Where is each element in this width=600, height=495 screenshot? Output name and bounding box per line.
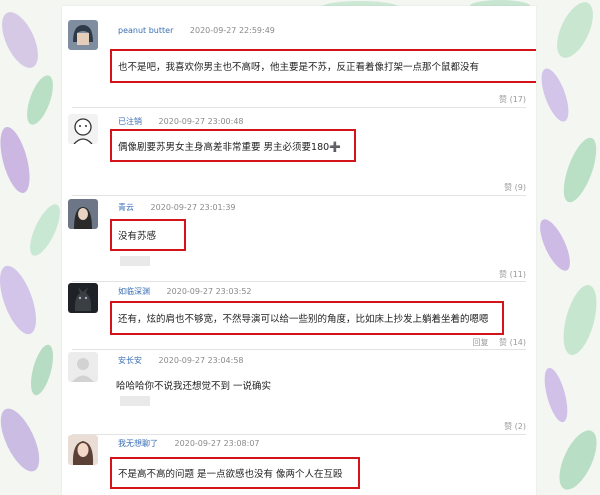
- avatar-black-dog-icon[interactable]: [68, 283, 98, 313]
- comment-timestamp: 2020-09-27 23:01:39: [150, 203, 236, 212]
- avatar-girl-icon[interactable]: [68, 199, 98, 229]
- comment-username[interactable]: 我无想聊了: [118, 439, 158, 448]
- like-button[interactable]: 赞 (17): [499, 95, 526, 104]
- like-button[interactable]: 赞 (11): [499, 270, 526, 279]
- comment-username[interactable]: peanut butter: [118, 26, 173, 35]
- comment-timestamp: 2020-09-27 23:00:48: [158, 117, 244, 126]
- comment-timestamp: 2020-09-27 23:08:07: [174, 439, 260, 448]
- comment-timestamp: 2020-09-27 23:03:52: [166, 287, 252, 296]
- placeholder-bar: [120, 396, 150, 406]
- divider: [72, 281, 526, 282]
- divider: [72, 195, 526, 196]
- divider: [72, 107, 526, 108]
- comment-username[interactable]: 安长安: [118, 356, 142, 365]
- comment-username[interactable]: 如临深渊: [118, 287, 150, 296]
- comment-timestamp: 2020-09-27 23:04:58: [158, 356, 244, 365]
- comment-text-highlighted: 没有苏感: [110, 219, 186, 251]
- comment-text-highlighted: 偶像剧要苏男女主身高差非常重要 男主必须要180➕: [110, 129, 356, 162]
- like-button[interactable]: 赞 (9): [504, 183, 526, 192]
- comment-username[interactable]: 已注销: [118, 117, 142, 126]
- flower-decoration-right: [540, 2, 597, 490]
- avatar-blank-icon[interactable]: [68, 352, 98, 382]
- comment-username[interactable]: 青云: [118, 203, 134, 212]
- comment-text-highlighted: 还有，炫的肩也不够宽，不然导演可以给一些别的角度，比如床上抄发上躺着坐着的嗯嗯: [110, 301, 504, 335]
- like-button[interactable]: 赞 (14): [499, 338, 526, 347]
- placeholder-bar: [120, 256, 150, 266]
- avatar-bob-icon[interactable]: [68, 20, 98, 50]
- comment-timestamp: 2020-09-27 22:59:49: [189, 26, 275, 35]
- flower-decoration-left: [0, 12, 60, 472]
- reply-button[interactable]: 回复: [472, 338, 488, 347]
- comment-text-highlighted: 也不是吧，我喜欢你男主也不高呀，他主要是不苏，反正看着像打架一点那个鼠都没有: [110, 49, 536, 83]
- avatar-cartoon-icon[interactable]: [68, 114, 98, 144]
- divider: [72, 434, 526, 435]
- comment-text: 哈哈哈你不说我还想觉不到 一说确实: [116, 381, 272, 392]
- comment-text-highlighted: 不是高不高的问题 是一点欲感也没有 像两个人在互殴: [110, 457, 360, 489]
- divider: [72, 349, 526, 350]
- avatar-woman-icon[interactable]: [68, 435, 98, 465]
- comment-list: peanut butter 2020-09-27 22:59:49 也不是吧，我…: [62, 6, 536, 495]
- like-button[interactable]: 赞 (2): [504, 422, 526, 431]
